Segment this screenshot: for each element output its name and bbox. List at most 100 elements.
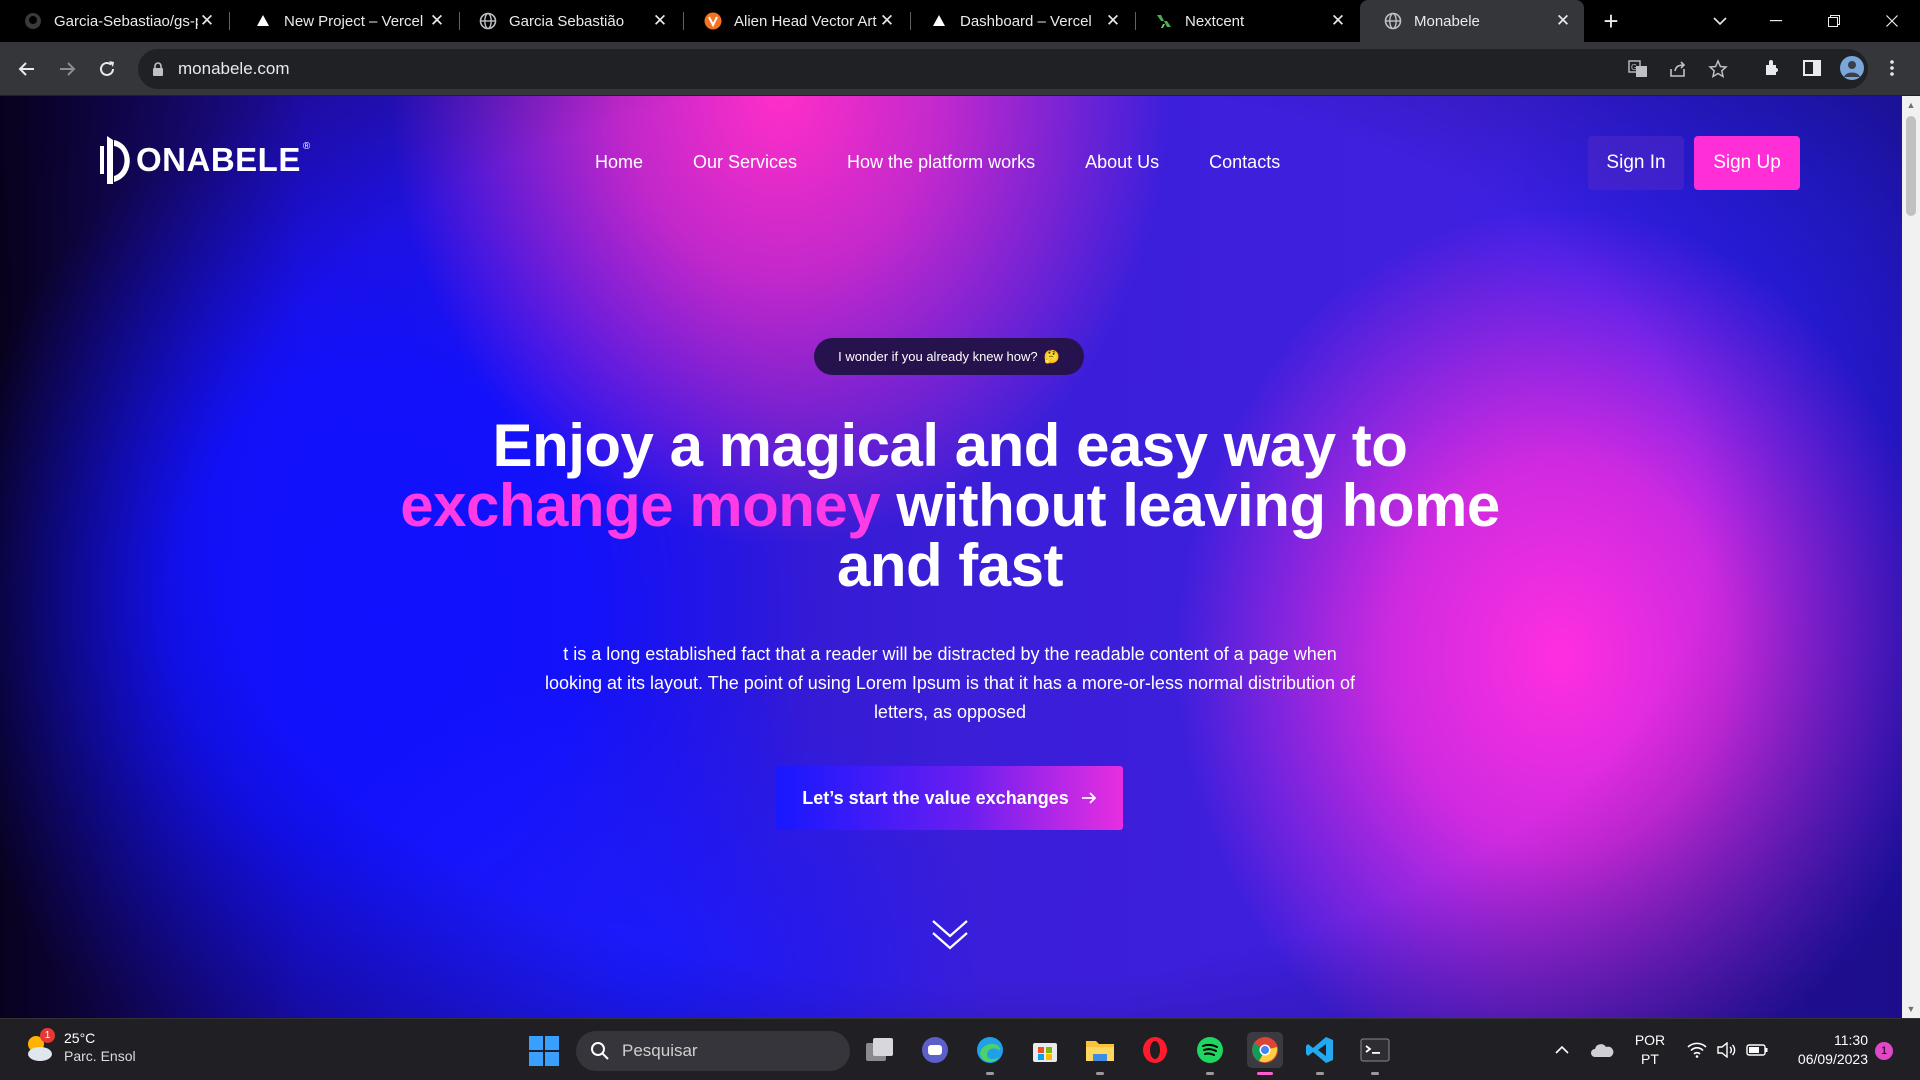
github-icon [24,12,42,30]
edge-browser-icon[interactable] [972,1032,1008,1075]
headline-part2: without leaving home and fast [836,472,1500,599]
nextcent-icon [1155,12,1173,30]
taskbar-search[interactable]: Pesquisar [576,1031,850,1071]
spotify-icon[interactable] [1192,1032,1228,1075]
browser-toolbar: monabele.com G [0,42,1920,96]
extensions-icon[interactable] [1758,54,1786,82]
weather-temp: 25°C [64,1030,96,1046]
close-window-button[interactable] [1864,0,1920,42]
side-panel-icon[interactable] [1798,54,1826,82]
hero-headline: Enjoy a magical and easy way to exchange… [400,416,1500,596]
vscode-icon[interactable] [1302,1032,1338,1075]
logo-mark-icon [100,136,130,184]
tab-title: Nextcent [1185,12,1245,30]
lang-line2: PT [1641,1051,1659,1067]
site-logo[interactable]: ONABELE ® [98,136,310,184]
avatar[interactable] [1838,54,1866,82]
close-icon[interactable]: ✕ [198,11,216,30]
back-icon[interactable] [12,54,42,84]
vercel-icon [930,12,948,30]
tray-chevron-up-icon[interactable] [1544,1032,1580,1068]
share-icon[interactable] [1664,55,1692,83]
arrow-right-icon [1081,792,1096,804]
address-bar[interactable]: monabele.com G [138,49,1868,89]
notification-badge[interactable]: 1 [1875,1042,1893,1060]
close-icon[interactable]: ✕ [651,11,669,30]
microsoft-store-icon[interactable] [1027,1032,1063,1068]
menu-dots-icon[interactable] [1878,54,1906,82]
lock-icon[interactable] [150,61,166,77]
lang-line1: POR [1634,1032,1666,1048]
scroll-down-arrow-icon[interactable]: ▼ [1906,1004,1916,1014]
scroll-up-arrow-icon[interactable]: ▲ [1906,100,1916,110]
tab-title: Monabele [1414,12,1480,30]
tab-new-project-vercel[interactable]: New Project – Vercel ✕ [230,0,458,42]
nav-contacts[interactable]: Contacts [1209,152,1280,173]
tab-title: New Project – Vercel [284,12,424,30]
reload-icon[interactable] [92,54,122,84]
new-tab-button[interactable]: + [1598,8,1624,34]
nav-home[interactable]: Home [595,152,643,173]
windows-start-icon[interactable] [528,1035,560,1067]
close-icon[interactable]: ✕ [428,11,446,30]
opera-browser-icon[interactable] [1137,1032,1173,1068]
onedrive-cloud-icon[interactable] [1584,1032,1620,1068]
close-icon[interactable]: ✕ [1554,11,1572,30]
close-icon[interactable]: ✕ [1104,11,1122,30]
tab-alien-head[interactable]: Alien Head Vector Art ✕ [680,0,908,42]
sign-in-button[interactable]: Sign In [1588,136,1684,190]
restore-button[interactable] [1806,0,1862,42]
scroll-down-chevron-icon[interactable] [931,918,969,952]
tab-dashboard-vercel[interactable]: Dashboard – Vercel ✕ [906,0,1134,42]
weather-desc: Parc. Ensol [64,1048,136,1064]
headline-part1: Enjoy a magical and easy way to [492,412,1408,479]
tab-strip: Garcia-Sebastiao/gs-p ✕ New Project – Ve… [0,0,1920,42]
vercel-icon [254,12,272,30]
url-text: monabele.com [178,59,290,78]
language-indicator[interactable]: POR PT [1628,1031,1672,1069]
globe-icon [479,12,497,30]
file-explorer-icon[interactable] [1082,1032,1118,1075]
vecteezy-icon [704,12,722,30]
headline-highlight: exchange money [400,472,881,539]
tab-garcia-sebastiao[interactable]: Garcia Sebastião ✕ [455,0,681,42]
windows-taskbar: 1 25°C Parc. Ensol Pesquisar POR PT 11:3… [0,1018,1920,1080]
sign-up-button[interactable]: Sign Up [1694,136,1800,190]
globe-icon [1384,12,1402,30]
task-view-icon[interactable] [862,1032,898,1068]
scrollbar-thumb[interactable] [1906,116,1916,216]
clock-time: 11:30 [1834,1032,1868,1048]
page-scrollbar[interactable]: ▲ ▼ [1902,96,1920,1018]
tab-github[interactable]: Garcia-Sebastiao/gs-p ✕ [0,0,228,42]
minimize-button[interactable] [1748,0,1804,42]
tab-title: Garcia Sebastião [509,12,625,30]
teams-chat-icon[interactable] [917,1032,953,1068]
battery-icon[interactable] [1739,1032,1775,1068]
nav-about-us[interactable]: About Us [1085,152,1159,173]
hero-description: t is a long established fact that a read… [544,644,1356,722]
close-icon[interactable]: ✕ [878,11,896,30]
search-icon [591,1042,609,1060]
close-icon[interactable]: ✕ [1329,11,1347,30]
logo-text: ONABELE [136,141,301,178]
nav-how-platform-works[interactable]: How the platform works [847,152,1035,173]
tab-search-icon[interactable] [1692,0,1748,42]
tab-nextcent[interactable]: Nextcent ✕ [1131,0,1359,42]
forward-icon[interactable] [52,54,82,84]
tab-title: Dashboard – Vercel [960,12,1092,30]
start-exchanges-button[interactable]: Let’s start the value exchanges [776,766,1123,830]
system-clock[interactable]: 11:30 06/09/2023 [1786,1031,1868,1069]
hero-section: ONABELE ® Home Our Services How the plat… [0,96,1902,1018]
terminal-icon[interactable] [1357,1032,1393,1075]
chrome-browser-icon[interactable] [1247,1032,1283,1075]
nav-our-services[interactable]: Our Services [693,152,797,173]
cta-label: Let’s start the value exchanges [802,787,1069,808]
tab-title: Alien Head Vector Art [734,12,877,30]
thinking-face-icon: 🤔 [1043,348,1060,364]
translate-icon[interactable]: G [1624,55,1652,83]
weather-badge: 1 [40,1028,55,1043]
bookmark-star-icon[interactable] [1704,55,1732,83]
tab-monabele[interactable]: Monabele ✕ [1360,0,1584,42]
registered-mark: ® [302,140,311,152]
weather-widget[interactable]: 1 25°C Parc. Ensol [22,1028,136,1065]
